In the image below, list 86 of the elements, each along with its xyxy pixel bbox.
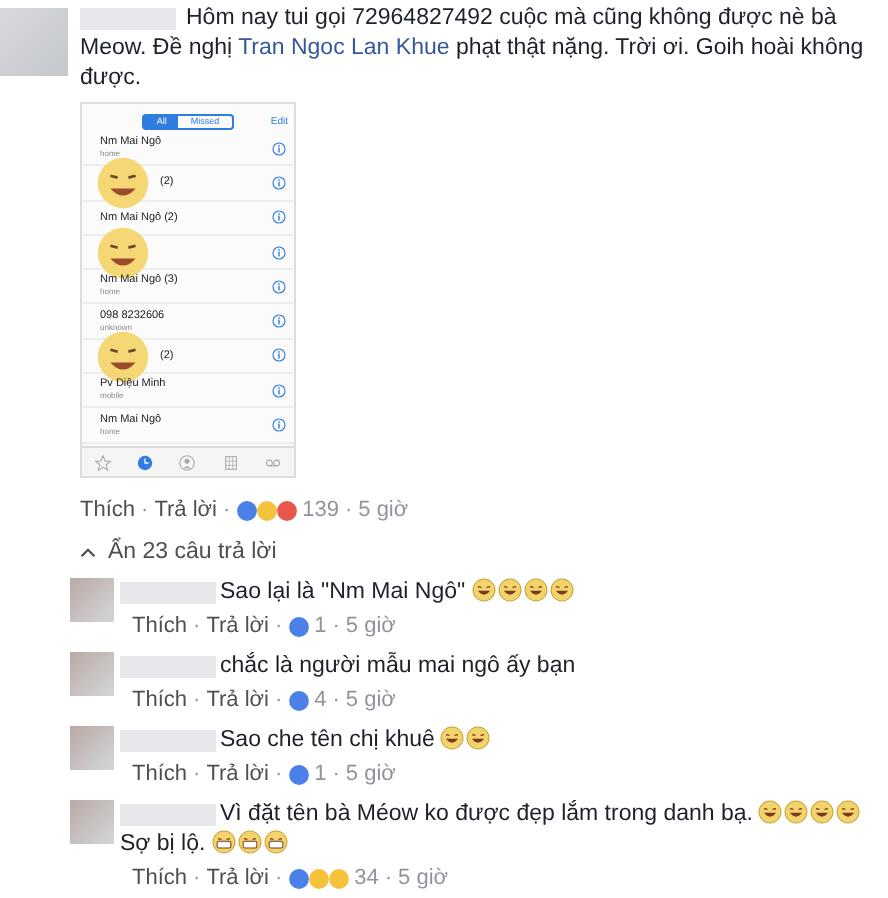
hide-replies-link[interactable]: Ẩn 23 câu trả lời: [80, 536, 872, 568]
separator: ·: [193, 688, 201, 712]
blurred-name: [120, 656, 216, 678]
info-icon[interactable]: [272, 210, 286, 225]
info-icon[interactable]: [272, 175, 286, 190]
timestamp: 5 giờ: [345, 762, 396, 786]
laughing-emoji-icon: [758, 800, 783, 824]
reaction-count: 1: [314, 762, 327, 786]
like-link[interactable]: Thích: [132, 762, 188, 786]
reaction-count: 1: [314, 614, 327, 638]
like-link[interactable]: Thích: [132, 688, 188, 712]
like-reaction-icon[interactable]: [288, 615, 311, 637]
separator: ·: [193, 762, 201, 786]
laughing-emoji-icon: [471, 578, 496, 602]
info-icon[interactable]: [272, 141, 286, 156]
like-reaction-icon[interactable]: [288, 689, 311, 711]
reply-text: Sao lại là "Nm Mai Ngô": [220, 580, 466, 604]
angry-reaction-icon[interactable]: [276, 499, 299, 521]
reply-text: chắc là người mẫu mai ngô ấy bạn: [220, 654, 576, 678]
separator: ·: [274, 762, 283, 786]
blurred-name: [120, 730, 216, 752]
separator: ·: [332, 762, 340, 786]
info-icon[interactable]: [272, 418, 286, 433]
avatar: [70, 800, 114, 844]
reply-link[interactable]: Trả lời: [206, 762, 269, 786]
avatar: [70, 652, 114, 696]
profile-link[interactable]: Tran Ngoc Lan Khue: [238, 36, 450, 60]
info-icon[interactable]: [272, 279, 286, 294]
grimacing-emoji-icon: [263, 830, 288, 854]
separator: ·: [274, 614, 283, 638]
separator: ·: [141, 498, 149, 522]
timestamp: 5 giờ: [398, 866, 448, 890]
reaction-count: 4: [314, 688, 327, 712]
info-icon[interactable]: [272, 245, 286, 260]
keypad-icon[interactable]: [221, 453, 240, 471]
timestamp: 5 giờ: [358, 498, 409, 522]
separator: ·: [193, 866, 201, 890]
blurred-name: [120, 804, 216, 826]
reply-text: Sao che tên chị khuê: [220, 728, 435, 752]
separator: ·: [222, 498, 231, 522]
reaction-count: 34: [354, 866, 379, 890]
like-link[interactable]: Thích: [132, 866, 188, 890]
like-link[interactable]: Thích: [132, 614, 188, 638]
grimacing-emoji-icon: [211, 830, 236, 854]
reply-text: Vì đặt tên bà Méow ko được đẹp lắm trong danh bạ.: [220, 802, 753, 826]
laughing-emoji-icon: [466, 726, 491, 750]
laughing-emoji-icon: [784, 800, 809, 824]
info-icon[interactable]: [272, 314, 286, 329]
separator: ·: [384, 866, 393, 890]
separator: ·: [274, 866, 283, 890]
laughing-emoji-icon: [836, 800, 861, 824]
reply-link[interactable]: Trả lời: [206, 866, 269, 890]
info-icon[interactable]: [272, 383, 286, 398]
star-icon[interactable]: [94, 453, 113, 471]
voicemail-icon[interactable]: [263, 453, 282, 471]
info-icon[interactable]: [272, 348, 286, 363]
separator: ·: [344, 498, 353, 522]
avatar: [70, 726, 114, 770]
separator: ·: [193, 614, 201, 638]
reply-link[interactable]: Trả lời: [154, 498, 217, 522]
reply-link[interactable]: Trả lời: [206, 688, 269, 712]
timestamp: 5 giờ: [345, 688, 396, 712]
like-reaction-icon[interactable]: [288, 867, 311, 889]
laughing-emoji-icon: [549, 578, 574, 602]
blurred-name: [120, 582, 216, 604]
avatar: [70, 578, 114, 622]
reply-text: Sợ bị lộ.: [120, 832, 206, 856]
like-reaction-icon[interactable]: [236, 499, 259, 521]
grimacing-emoji-icon: [237, 830, 262, 854]
haha-reaction-icon[interactable]: [256, 499, 279, 521]
laughing-emoji-icon: [497, 578, 522, 602]
laughing-emoji-icon: [810, 800, 835, 824]
timestamp: 5 giờ: [345, 614, 396, 638]
clock-icon[interactable]: [136, 453, 155, 471]
like-link[interactable]: Thích: [80, 498, 136, 522]
like-reaction-icon[interactable]: [288, 763, 311, 785]
laughing-emoji-icon: [523, 578, 548, 602]
separator: ·: [332, 614, 340, 638]
separator: ·: [274, 688, 283, 712]
caret-icon: [80, 547, 96, 557]
reaction-count: 139: [302, 498, 339, 522]
avatar: [0, 8, 68, 76]
separator: ·: [332, 688, 340, 712]
contact-icon[interactable]: [178, 453, 197, 471]
laughing-emoji-icon: [440, 726, 465, 750]
reply-link[interactable]: Trả lời: [206, 614, 269, 638]
